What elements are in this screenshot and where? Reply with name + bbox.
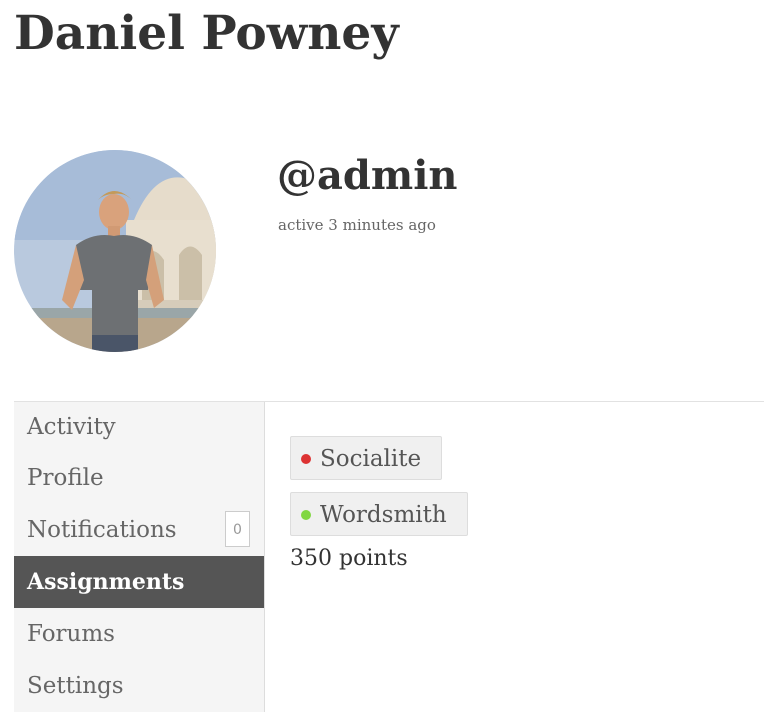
avatar-photo: [14, 150, 216, 352]
nav-item-assignments[interactable]: Assignments: [14, 556, 264, 608]
nav-item-label: Assignments: [27, 569, 185, 595]
status-dot-icon: [301, 510, 311, 520]
nav-item-label: Notifications: [27, 517, 177, 543]
nav-item-activity[interactable]: Activity: [14, 402, 264, 452]
nav-item-notifications[interactable]: Notifications 0: [14, 504, 264, 556]
nav-item-label: Settings: [27, 673, 124, 699]
badge-label: Wordsmith: [320, 502, 447, 528]
nav-item-settings[interactable]: Settings: [14, 660, 264, 712]
notification-count-badge: 0: [225, 511, 250, 547]
activity-status: active 3 minutes ago: [278, 216, 436, 234]
nav-item-profile[interactable]: Profile: [14, 452, 264, 504]
avatar[interactable]: [14, 150, 216, 352]
badge-chip-socialite[interactable]: Socialite: [290, 436, 443, 480]
nav-item-label: Activity: [27, 414, 116, 440]
nav-item-label: Forums: [27, 621, 115, 647]
username: @admin: [277, 152, 458, 199]
points-total: 350 points: [290, 546, 408, 571]
page-title: Daniel Powney: [14, 6, 399, 61]
assignments-content: Socialite Wordsmith 350 points: [290, 436, 468, 574]
status-dot-icon: [301, 454, 311, 464]
nav-item-forums[interactable]: Forums: [14, 608, 264, 660]
badge-chip-wordsmith[interactable]: Wordsmith: [290, 492, 468, 536]
nav-item-label: Profile: [27, 465, 104, 491]
profile-subnav: Activity Profile Notifications 0 Assignm…: [14, 402, 265, 712]
badge-label: Socialite: [320, 446, 422, 472]
